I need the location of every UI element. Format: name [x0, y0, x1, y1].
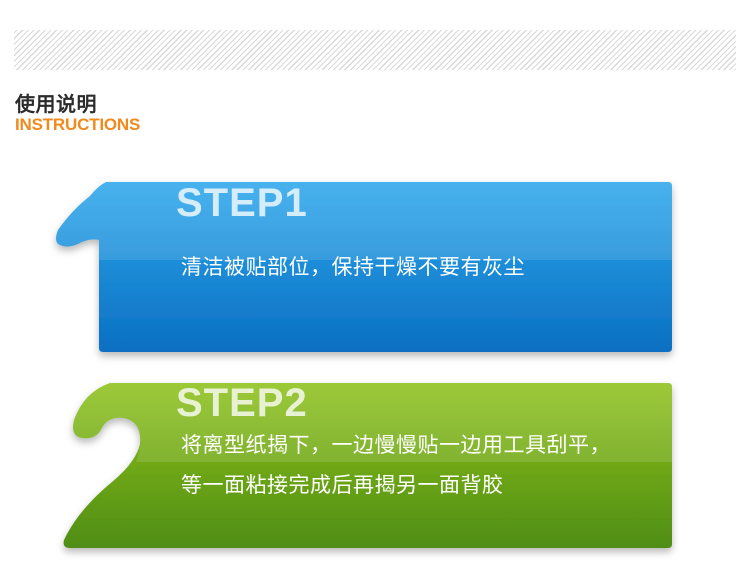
step-2-text-line-1: 将离型纸揭下，一边慢慢贴一边用工具刮平， [181, 433, 611, 457]
step-2-text-line-2: 等一面粘接完成后再揭另一面背胶 [181, 473, 504, 497]
step-2-card: STEP2 将离型纸揭下，一边慢慢贴一边用工具刮平， 等一面粘接完成后再揭另一面… [0, 0, 750, 570]
step-2-title: STEP2 [176, 381, 308, 425]
